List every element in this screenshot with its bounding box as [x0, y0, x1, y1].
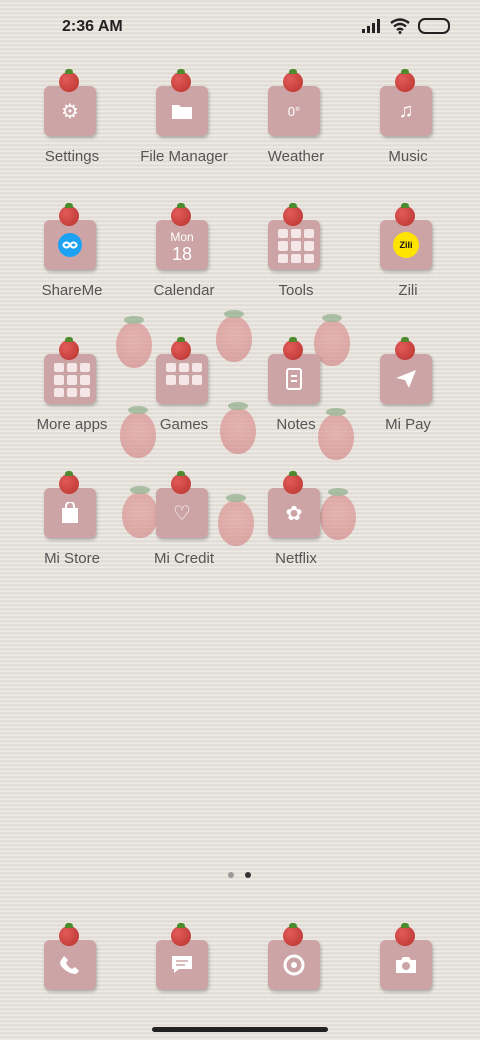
app-label: File Manager	[140, 148, 228, 165]
weather-icon: 0°	[268, 86, 320, 136]
strawberry-pin-icon	[171, 337, 191, 360]
app-label: Zili	[398, 282, 418, 299]
page-dot-active[interactable]	[245, 872, 251, 878]
app-calendar[interactable]: Mon 18 Calendar	[134, 203, 234, 326]
notes-icon	[268, 354, 320, 404]
strawberry-pin-icon	[283, 69, 303, 92]
strawberry-pin-icon	[395, 923, 415, 946]
status-icons	[362, 18, 450, 34]
dock-messages[interactable]	[134, 923, 234, 1006]
dock-browser[interactable]	[246, 923, 346, 1006]
paper-plane-icon	[380, 354, 432, 404]
strawberry-pin-icon	[283, 203, 303, 226]
shareme-icon	[44, 220, 96, 270]
weather-temp: 0°	[287, 103, 301, 119]
app-music[interactable]: ♫ Music	[358, 69, 458, 192]
app-more-apps-folder[interactable]: More apps	[22, 337, 122, 460]
app-tile	[44, 354, 96, 404]
app-label: Notes	[276, 416, 316, 433]
app-tools-folder[interactable]: Tools	[246, 203, 346, 326]
app-file-manager[interactable]: File Manager	[134, 69, 234, 192]
strawberry-pin-icon	[395, 69, 415, 92]
strawberry-pin-icon	[171, 471, 191, 494]
folder-grid-icon	[278, 229, 314, 263]
netflix-flower-icon: ✿	[285, 502, 303, 525]
strawberry-pin-icon	[171, 69, 191, 92]
strawberry-pin-icon	[395, 203, 415, 226]
heart-icon: ♡	[173, 502, 191, 525]
strawberry-pin-icon	[395, 337, 415, 360]
app-label: Settings	[44, 148, 100, 165]
app-label: More apps	[36, 416, 108, 433]
signal-icon	[362, 19, 380, 33]
strawberry-pin-icon	[59, 69, 79, 92]
folder-grid-icon	[166, 363, 202, 397]
app-label: Mi Credit	[153, 550, 214, 567]
music-note-icon: ♫	[398, 99, 414, 122]
wifi-icon	[390, 18, 410, 34]
phone-icon	[44, 940, 96, 990]
page-dot[interactable]	[228, 872, 234, 878]
app-label: Games	[159, 416, 209, 433]
app-label: Calendar	[153, 282, 215, 299]
zili-icon: Zili	[380, 220, 432, 270]
app-label: Mi Store	[44, 550, 100, 567]
message-icon	[156, 940, 208, 990]
strawberry-pin-icon	[283, 923, 303, 946]
app-tile	[268, 220, 320, 270]
strawberry-pin-icon	[283, 337, 303, 360]
status-bar: 2:36 AM	[0, 0, 480, 56]
folder-grid-icon	[54, 363, 90, 397]
strawberry-pin-icon	[283, 471, 303, 494]
strawberry-pin-icon	[59, 923, 79, 946]
browser-icon	[268, 940, 320, 990]
app-label: ShareMe	[41, 282, 103, 299]
app-shareme[interactable]: ShareMe	[22, 203, 122, 326]
strawberry-pin-icon	[59, 471, 79, 494]
strawberry-pin-icon	[59, 337, 79, 360]
app-settings[interactable]: ⚙ Settings	[22, 69, 122, 192]
calendar-day: Mon	[170, 230, 194, 244]
app-label: Weather	[267, 148, 325, 165]
home-indicator[interactable]	[152, 1027, 328, 1032]
battery-icon	[418, 18, 450, 34]
app-notes[interactable]: Notes	[246, 337, 346, 460]
dock-camera[interactable]	[358, 923, 458, 1006]
strawberry-pin-icon	[171, 203, 191, 226]
dock-phone[interactable]	[22, 923, 122, 1006]
app-tile: Mon 18	[156, 220, 208, 270]
strawberry-pin-icon	[59, 203, 79, 226]
gear-icon: ⚙	[61, 100, 79, 123]
zili-logo-text: Zili	[393, 232, 419, 258]
app-mi-pay[interactable]: Mi Pay	[358, 337, 458, 460]
app-weather[interactable]: 0° Weather	[246, 69, 346, 192]
folder-icon	[156, 86, 208, 136]
camera-icon	[380, 940, 432, 990]
app-zili[interactable]: Zili Zili	[358, 203, 458, 326]
app-tile	[156, 354, 208, 404]
app-mi-credit[interactable]: ♡ Mi Credit	[134, 471, 234, 594]
strawberry-pin-icon	[171, 923, 191, 946]
shopping-bag-icon	[44, 488, 96, 538]
app-netflix[interactable]: ✿ Netflix	[246, 471, 346, 594]
calendar-date: 18	[171, 244, 193, 264]
app-label: Mi Pay	[385, 416, 431, 433]
app-label: Netflix	[275, 550, 317, 567]
status-time: 2:36 AM	[62, 18, 123, 35]
page-indicator	[226, 872, 256, 880]
app-label: Music	[388, 148, 428, 165]
app-games-folder[interactable]: Games	[134, 337, 234, 460]
app-label: Tools	[278, 282, 314, 299]
app-mi-store[interactable]: Mi Store	[22, 471, 122, 594]
